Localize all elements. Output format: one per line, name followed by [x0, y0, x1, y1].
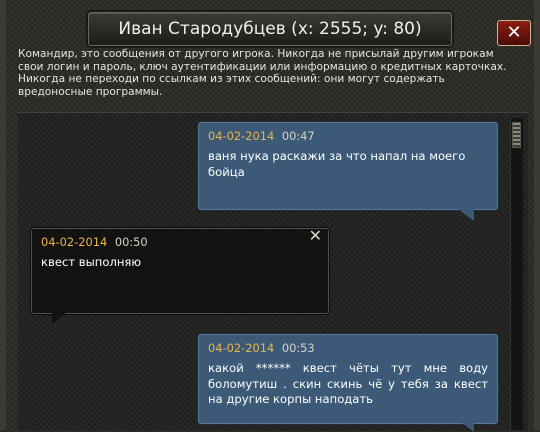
- bubble-tail: [458, 420, 474, 432]
- message-bubble-sent: 04-02-2014 00:53 какой ****** квест чёты…: [198, 334, 498, 424]
- message-meta: 04-02-2014 00:53: [208, 341, 488, 355]
- message-date: 04-02-2014: [208, 129, 275, 143]
- close-window-button[interactable]: ✕: [497, 20, 531, 46]
- window-title: Иван Стародубцев (x: 2555; y: 80): [88, 12, 452, 46]
- message-date: 04-02-2014: [41, 235, 108, 249]
- message-meta: 04-02-2014 00:50: [41, 235, 319, 249]
- scroll-thumb[interactable]: [512, 122, 521, 148]
- message-bubble-sent: 04-02-2014 00:47 ваня нука раскажи за чт…: [198, 122, 498, 210]
- message-time: 00:53: [281, 341, 315, 355]
- delete-message-icon[interactable]: ✕: [309, 228, 322, 244]
- message-time: 00:47: [281, 129, 315, 143]
- message-time: 00:50: [114, 235, 148, 249]
- message-date: 04-02-2014: [208, 341, 275, 355]
- message-text: квест выполняю: [41, 255, 142, 269]
- security-warning: Командир, это сообщения от другого игрок…: [18, 48, 507, 98]
- bubble-tail: [52, 313, 66, 324]
- message-text: ваня нука раскажи за что напал на моего …: [208, 149, 466, 179]
- message-meta: 04-02-2014 00:47: [208, 129, 488, 143]
- chat-scrollbar[interactable]: [510, 118, 523, 430]
- message-text: какой ****** квест чёты тут мне воду бол…: [208, 361, 488, 406]
- bubble-tail: [458, 209, 474, 221]
- message-bubble-received: ✕ 04-02-2014 00:50 квест выполняю: [31, 228, 329, 314]
